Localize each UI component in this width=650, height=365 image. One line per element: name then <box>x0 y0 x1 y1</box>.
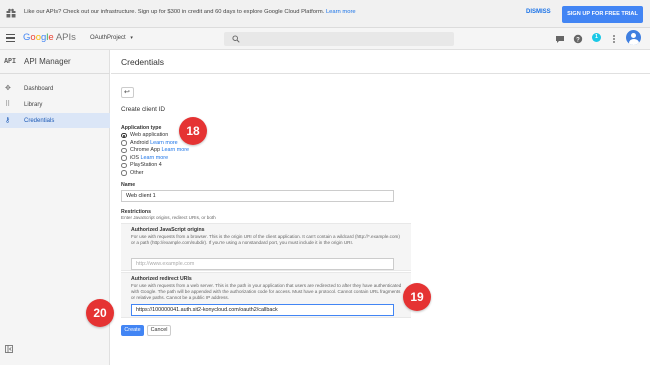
chevron-down-icon: ▾ <box>130 35 133 41</box>
sidebar-item-label: Credentials <box>24 117 55 124</box>
ios-learn-more-link[interactable]: Learn more <box>141 155 169 161</box>
avatar[interactable] <box>626 30 641 45</box>
sidebar-item-library[interactable]: ⠿ Library <box>0 97 110 112</box>
section-title: Create client ID <box>121 106 166 113</box>
project-selector[interactable]: OAuthProject ▾ <box>90 35 133 41</box>
radio-button[interactable] <box>121 155 127 161</box>
js-origins-label: Authorized JavaScript origins <box>131 227 205 233</box>
callout-badge-20: 20 <box>86 299 114 327</box>
name-field[interactable]: Web client 1 <box>121 190 394 202</box>
restrictions-hint: Enter JavaScript origins, redirect URIs,… <box>121 215 216 220</box>
radio-button[interactable] <box>121 162 127 168</box>
js-origin-input[interactable]: http://www.example.com <box>131 258 394 270</box>
key-icon: ⚷ <box>5 117 11 124</box>
sidebar-item-label: Dashboard <box>24 85 54 92</box>
svg-text:?: ? <box>576 37 580 43</box>
banner-learn-more-link[interactable]: Learn more <box>326 9 356 15</box>
banner-message: Like our APIs? Check out our infrastruct… <box>24 9 356 15</box>
radio-button[interactable] <box>121 140 127 146</box>
cancel-button[interactable]: Cancel <box>147 325 171 336</box>
sidebar-item-credentials[interactable]: ⚷ Credentials <box>0 113 110 128</box>
redirect-uri-input[interactable]: https://100000041.auth.sit2-konycloud.co… <box>131 304 394 316</box>
radio-label: Chrome App <box>130 147 160 153</box>
radio-label-wrap: Chrome App Learn more <box>130 147 189 153</box>
back-button[interactable]: ↩ <box>121 87 134 98</box>
redirect-uris-panel: Authorized redirect URIs For use with re… <box>121 272 411 318</box>
library-icon: ⠿ <box>5 101 11 108</box>
search-icon <box>232 35 240 43</box>
dashboard-icon: ✥ <box>5 85 11 92</box>
create-button[interactable]: Create <box>121 325 144 336</box>
js-origins-panel: Authorized JavaScript origins For use wi… <box>121 223 411 271</box>
chat-icon[interactable] <box>555 34 565 44</box>
banner-text: Like our APIs? Check out our infrastruct… <box>24 9 325 15</box>
radio-button[interactable] <box>121 170 127 176</box>
chrome-app-learn-more-link[interactable]: Learn more <box>161 147 189 153</box>
radio-label-wrap: Android Learn more <box>130 140 178 146</box>
radio-label: iOS <box>130 154 139 161</box>
top-bar: Google APIs OAuthProject ▾ ? 1 <box>0 28 650 50</box>
js-origins-description: For use with requests from a browser. Th… <box>131 233 400 245</box>
search-input[interactable] <box>224 32 454 46</box>
radio-label: PlayStation 4 <box>130 162 162 168</box>
collapse-sidebar-icon[interactable] <box>5 345 13 353</box>
sidebar-header: API API Manager <box>0 50 110 74</box>
redirect-uris-label: Authorized redirect URIs <box>131 276 192 282</box>
page-title: Credentials <box>121 57 164 67</box>
notification-badge[interactable]: 1 <box>592 33 601 42</box>
promo-banner: Like our APIs? Check out our infrastruct… <box>0 0 650 28</box>
radio-label: Android <box>130 139 149 146</box>
api-icon: API <box>4 57 16 65</box>
radio-label: Other <box>130 169 144 176</box>
callout-badge-18: 18 <box>179 117 207 145</box>
dismiss-button[interactable]: DISMISS <box>526 9 551 15</box>
radio-button[interactable] <box>121 147 127 153</box>
radio-button[interactable] <box>121 132 127 138</box>
google-apis-logo[interactable]: Google APIs <box>23 32 76 43</box>
gift-icon <box>6 8 16 18</box>
project-name: OAuthProject <box>90 35 126 41</box>
signup-free-trial-button[interactable]: SIGN UP FOR FREE TRIAL <box>562 6 643 23</box>
sidebar-item-label: Library <box>24 101 43 108</box>
radio-label-wrap: iOS Learn more <box>130 155 168 161</box>
sidebar-title: API Manager <box>24 57 71 66</box>
back-arrow-icon: ↩ <box>124 89 130 96</box>
menu-icon[interactable] <box>6 34 15 43</box>
help-icon[interactable]: ? <box>573 34 583 44</box>
sidebar-item-dashboard[interactable]: ✥ Dashboard <box>0 81 110 96</box>
callout-badge-19: 19 <box>403 283 431 311</box>
application-type-label: Application type <box>121 125 162 131</box>
radio-label: Web application <box>130 132 169 138</box>
name-label: Name <box>121 182 136 188</box>
android-learn-more-link[interactable]: Learn more <box>150 140 178 146</box>
more-vert-icon[interactable] <box>609 34 619 44</box>
redirect-uris-description: For use with requests from a web server.… <box>131 282 402 301</box>
page-header: Credentials <box>111 50 650 74</box>
